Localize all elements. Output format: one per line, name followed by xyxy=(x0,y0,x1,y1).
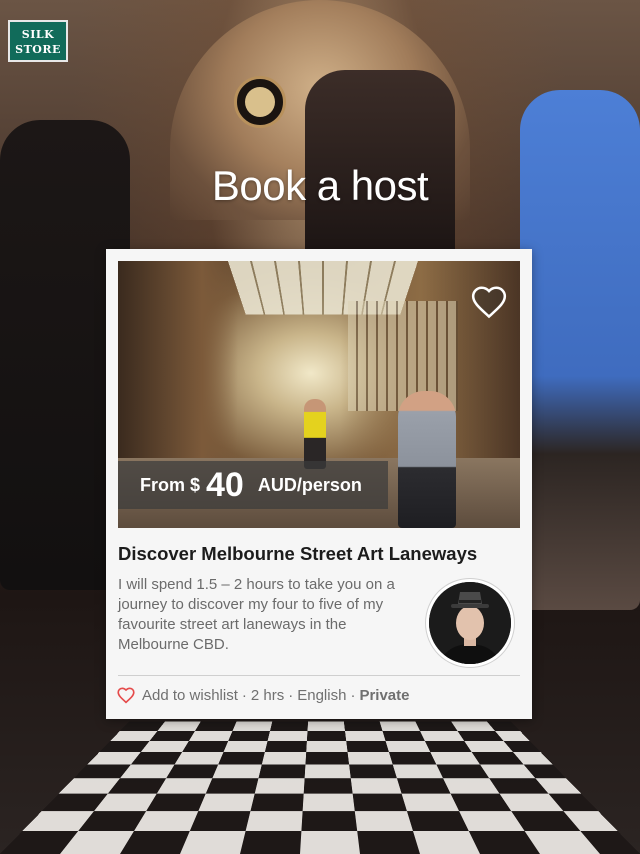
language-text: English xyxy=(297,686,347,704)
listing-card[interactable]: From $ 40 AUD/person Discover Melbourne … xyxy=(106,249,532,719)
price-prefix: From $ xyxy=(140,474,201,495)
listing-description: I will spend 1.5 – 2 hours to take you o… xyxy=(118,576,395,653)
privacy-text: Private xyxy=(359,686,410,704)
meta-separator: · xyxy=(350,686,356,704)
page-title: Book a host xyxy=(211,162,429,210)
price-amount: 40 xyxy=(206,465,244,504)
heart-outline-icon[interactable] xyxy=(116,686,136,704)
host-portrait-icon xyxy=(429,582,511,664)
price-banner: From $ 40 AUD/person xyxy=(118,461,388,509)
silk-store-sign-text: SILK STORE xyxy=(15,28,61,56)
add-to-wishlist-link[interactable]: Add to wishlist xyxy=(142,687,238,704)
photo-person-grey xyxy=(398,391,456,528)
duration-text: 2 hrs xyxy=(250,686,285,704)
silk-store-sign: SILK STORE xyxy=(8,20,68,62)
meta-separator: · xyxy=(241,686,247,704)
arcade-clock xyxy=(234,76,286,128)
price-unit: AUD/person xyxy=(257,474,362,495)
checkered-floor xyxy=(0,721,640,854)
host-avatar[interactable] xyxy=(426,579,514,667)
heart-outline-icon[interactable] xyxy=(470,283,508,321)
photo-person-yellow xyxy=(304,399,326,469)
meta-separator: · xyxy=(288,686,294,704)
listing-meta: Add to wishlist · 2 hrs · English · Priv… xyxy=(116,685,409,705)
card-divider xyxy=(118,675,520,676)
listing-title[interactable]: Discover Melbourne Street Art Laneways xyxy=(118,543,520,565)
listing-photo[interactable]: From $ 40 AUD/person xyxy=(118,261,520,528)
